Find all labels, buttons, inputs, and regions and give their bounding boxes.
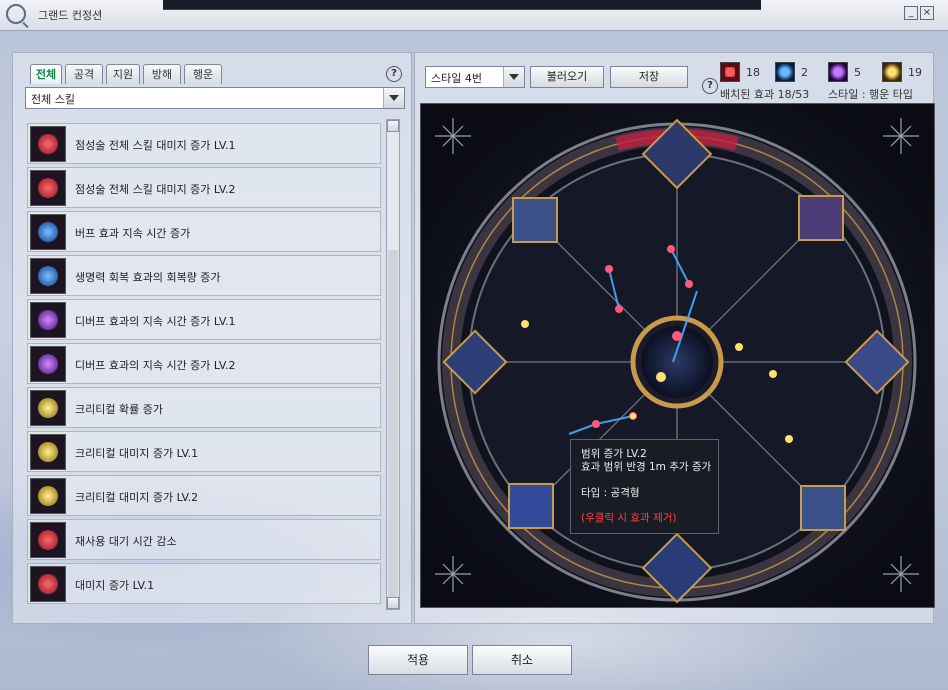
load-button[interactable]: 불러오기: [530, 66, 604, 88]
tab-support[interactable]: 지원: [106, 64, 140, 84]
attack-count: 18: [720, 62, 770, 84]
tooltip-effect: 효과 범위 반경 1m 추가 증가: [581, 461, 712, 473]
support-skill-icon: [30, 214, 66, 250]
attack-constellation-icon: [720, 62, 740, 82]
apply-button[interactable]: 적용: [368, 645, 468, 675]
support-constellation-icon: [775, 62, 795, 82]
skill-label: 크리티컬 대미지 증가 LV.1: [75, 447, 199, 460]
hinder-skill-icon: [30, 346, 66, 382]
skill-filter-select[interactable]: 전체 스킬: [25, 87, 405, 109]
style-type: 스타일 : 행운 타입: [828, 88, 914, 101]
chevron-down-icon: [383, 88, 404, 108]
skill-label: 디버프 효과의 지속 시간 증가 LV.2: [75, 359, 236, 372]
style-select-value: 스타일 4번: [431, 72, 482, 85]
hinder-count: 5: [828, 62, 873, 84]
title-bar: 그랜드 컨정션 _ ×: [0, 0, 948, 31]
skill-label: 대미지 증가 LV.1: [75, 579, 155, 592]
luck-skill-icon: [30, 390, 66, 426]
luck-count: 19: [882, 62, 932, 84]
list-item[interactable]: 크리티컬 대미지 증가 LV.2: [27, 475, 381, 516]
skill-label: 생명력 회복 효과의 회복량 증가: [75, 271, 221, 284]
attack-skill-icon: [30, 522, 66, 558]
skill-tooltip: 범위 증가 LV.2 효과 범위 반경 1m 추가 증가 타입 : 공격형 (우…: [570, 439, 719, 534]
support-count: 2: [775, 62, 820, 84]
help-icon[interactable]: ?: [386, 66, 402, 82]
attack-skill-icon: [30, 170, 66, 206]
help-icon[interactable]: ?: [702, 78, 718, 94]
tab-luck[interactable]: 행운: [184, 64, 222, 84]
list-item[interactable]: 생명력 회복 효과의 회복량 증가: [27, 255, 381, 296]
hinder-constellation-icon: [828, 62, 848, 82]
list-item[interactable]: 버프 효과 지속 시간 증가: [27, 211, 381, 252]
luck-skill-icon: [30, 478, 66, 514]
skill-label: 크리티컬 확률 증가: [75, 403, 163, 416]
attack-skill-icon: [30, 566, 66, 602]
list-item[interactable]: 크리티컬 대미지 증가 LV.1: [27, 431, 381, 472]
attack-skill-icon: [30, 126, 66, 162]
skill-label: 버프 효과 지속 시간 증가: [75, 227, 191, 240]
cancel-button[interactable]: 취소: [472, 645, 572, 675]
list-item[interactable]: 점성술 전체 스킬 대미지 증가 LV.1: [27, 123, 381, 164]
luck-skill-icon: [30, 434, 66, 470]
list-item[interactable]: 대미지 증가 LV.1: [27, 563, 381, 604]
minimize-button[interactable]: _: [904, 6, 918, 20]
window-title: 그랜드 컨정션: [38, 9, 103, 22]
skill-label: 점성술 전체 스킬 대미지 증가 LV.2: [75, 183, 236, 196]
skill-filter-value: 전체 스킬: [31, 93, 75, 106]
close-button[interactable]: ×: [920, 6, 934, 20]
skill-list-scrollbar[interactable]: [386, 119, 400, 610]
list-item[interactable]: 크리티컬 확률 증가: [27, 387, 381, 428]
list-item[interactable]: 점성술 전체 스킬 대미지 증가 LV.2: [27, 167, 381, 208]
tab-attack[interactable]: 공격: [65, 64, 103, 84]
save-button[interactable]: 저장: [610, 66, 688, 88]
skill-label: 크리티컬 대미지 증가 LV.2: [75, 491, 199, 504]
chevron-down-icon: [503, 67, 524, 87]
skill-label: 재사용 대기 시간 감소: [75, 535, 177, 548]
list-item[interactable]: 디버프 효과의 지속 시간 증가 LV.2: [27, 343, 381, 384]
style-select[interactable]: 스타일 4번: [425, 66, 525, 88]
tooltip-type: 타입 : 공격형: [581, 487, 640, 499]
placed-effects: 배치된 효과 18/53: [720, 88, 810, 101]
magnifier-icon: [6, 4, 26, 24]
list-item[interactable]: 재사용 대기 시간 감소: [27, 519, 381, 560]
top-banner: [163, 0, 761, 10]
scroll-up-button[interactable]: [387, 120, 399, 132]
hinder-skill-icon: [30, 302, 66, 338]
tooltip-note: (우클릭 시 효과 제거): [581, 512, 677, 524]
luck-constellation-icon: [882, 62, 902, 82]
list-item[interactable]: 디버프 효과의 지속 시간 증가 LV.1: [27, 299, 381, 340]
skill-label: 디버프 효과의 지속 시간 증가 LV.1: [75, 315, 236, 328]
scroll-down-button[interactable]: [387, 597, 399, 609]
skill-label: 점성술 전체 스킬 대미지 증가 LV.1: [75, 139, 236, 152]
skill-list: 점성술 전체 스킬 대미지 증가 LV.1 점성술 전체 스킬 대미지 증가 L…: [27, 119, 383, 609]
scroll-thumb[interactable]: [388, 250, 398, 598]
tab-all[interactable]: 전체: [30, 64, 62, 84]
support-skill-icon: [30, 258, 66, 294]
tab-hinder[interactable]: 방해: [143, 64, 181, 84]
